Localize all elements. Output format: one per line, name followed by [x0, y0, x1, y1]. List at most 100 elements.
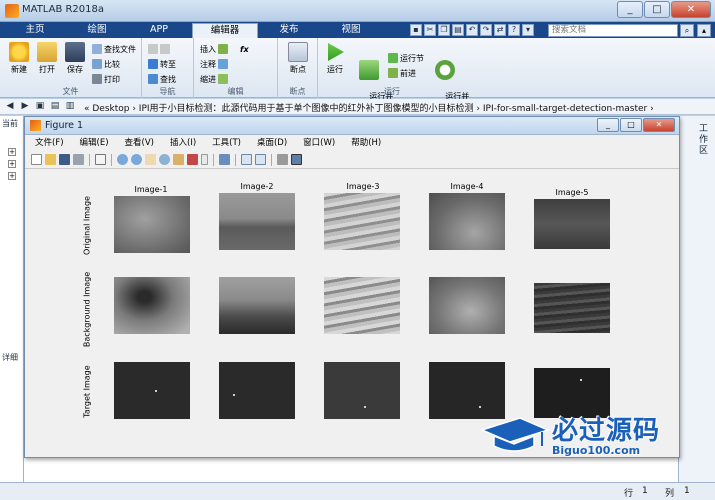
- quick-help-icon[interactable]: ?: [508, 24, 520, 36]
- column-value: 1: [684, 486, 690, 496]
- graduation-cap-icon: [480, 417, 550, 452]
- new-figure-icon[interactable]: [31, 154, 42, 165]
- browse-folder-icon[interactable]: ▤: [49, 101, 61, 112]
- quick-cut-icon[interactable]: ✂: [424, 24, 436, 36]
- forward-arrow-icon[interactable]: ▶: [19, 101, 31, 112]
- quick-undo-icon[interactable]: ↶: [466, 24, 478, 36]
- save-button[interactable]: 保存: [62, 42, 88, 75]
- workspace-label[interactable]: 工作区: [699, 124, 709, 157]
- rotate-3d-icon[interactable]: [159, 154, 170, 165]
- figure-maximize-button[interactable]: □: [620, 118, 642, 132]
- print-button[interactable]: 打印: [92, 73, 120, 85]
- figure-title: Figure 1: [45, 120, 84, 131]
- nav-back-icons[interactable]: [148, 43, 170, 55]
- original-image-3: [324, 193, 400, 250]
- quick-switch-icon[interactable]: ⇄: [494, 24, 506, 36]
- target-point: [364, 406, 366, 408]
- legend-icon[interactable]: [255, 154, 266, 165]
- column-title-image-2: Image-2: [240, 182, 274, 191]
- target-point: [155, 390, 157, 392]
- search-docs-input[interactable]: 搜索文档: [548, 24, 678, 37]
- menu-file[interactable]: 文件(F): [35, 136, 70, 150]
- brush-icon[interactable]: [187, 154, 198, 165]
- editor-ribbon: 新建 打开 保存 查找文件 比较 打印 文件 转至 查找 导航 插入 fx 注释…: [0, 38, 715, 112]
- background-image-5: [534, 283, 610, 333]
- tab-editor[interactable]: 编辑器: [192, 23, 258, 38]
- zoom-in-icon[interactable]: [117, 154, 128, 165]
- data-cursor-icon[interactable]: [173, 154, 184, 165]
- expand-icon[interactable]: +: [8, 148, 16, 156]
- status-bar: 行 1 列 1: [0, 482, 715, 500]
- expand-icon[interactable]: ▴: [697, 24, 711, 37]
- quick-save-icon[interactable]: ▪: [410, 24, 422, 36]
- find-icon: [148, 74, 158, 84]
- pointer-icon[interactable]: [95, 154, 106, 165]
- figure-minimize-button[interactable]: _: [597, 118, 619, 132]
- run-button[interactable]: 运行: [322, 42, 348, 75]
- tab-home[interactable]: 主页: [4, 23, 66, 38]
- comment-button[interactable]: 注释: [200, 58, 228, 70]
- quick-redo-icon[interactable]: ↷: [480, 24, 492, 36]
- menu-view[interactable]: 查看(V): [125, 136, 160, 150]
- row-label-original: Original Image: [82, 196, 92, 255]
- fx-button[interactable]: fx: [240, 43, 249, 55]
- link-plot-icon[interactable]: [219, 154, 230, 165]
- minimize-button[interactable]: _: [617, 1, 643, 18]
- brush-dropdown-icon[interactable]: [201, 154, 208, 165]
- menu-desktop[interactable]: 桌面(D): [257, 136, 293, 150]
- matlab-logo-icon: [5, 4, 19, 18]
- show-plot-tools-icon[interactable]: [291, 154, 302, 165]
- figure-title-bar: Figure 1 _ □ ✕: [25, 117, 679, 135]
- folder-icon[interactable]: ▥: [64, 101, 76, 112]
- indent-button[interactable]: 缩进: [200, 73, 228, 85]
- quick-copy-icon[interactable]: ❐: [438, 24, 450, 36]
- expand-icon[interactable]: +: [8, 172, 16, 180]
- back-arrow-icon[interactable]: ◀: [4, 101, 16, 112]
- expand-icon[interactable]: +: [8, 160, 16, 168]
- menu-help[interactable]: 帮助(H): [351, 136, 387, 150]
- pan-hand-icon[interactable]: [145, 154, 156, 165]
- quick-dropdown-icon[interactable]: ▾: [522, 24, 534, 36]
- quick-paste-icon[interactable]: ▤: [452, 24, 464, 36]
- up-folder-icon[interactable]: ▣: [34, 101, 46, 112]
- folder-icon: [37, 42, 57, 62]
- menu-window[interactable]: 窗口(W): [303, 136, 341, 150]
- background-image-2: [219, 277, 295, 334]
- goto-button[interactable]: 转至: [148, 58, 176, 70]
- maximize-button[interactable]: □: [644, 1, 670, 18]
- zoom-out-icon[interactable]: [131, 154, 142, 165]
- colorbar-icon[interactable]: [241, 154, 252, 165]
- print-figure-icon[interactable]: [73, 154, 84, 165]
- run-group: 运行 运行并 前进 运行节 前进 运行并 计时 运行: [318, 38, 469, 112]
- new-button[interactable]: 新建: [6, 42, 32, 75]
- run-section-button[interactable]: 运行节: [388, 52, 424, 64]
- open-button[interactable]: 打开: [34, 42, 60, 75]
- current-folder-path[interactable]: « Desktop › IPI用于小目标检测：此源代码用于基于单个图像中的红外补…: [84, 101, 654, 114]
- tab-plots[interactable]: 绘图: [66, 23, 128, 38]
- menu-insert[interactable]: 插入(I): [170, 136, 202, 150]
- target-image-3: [324, 362, 400, 419]
- find-button[interactable]: 查找: [148, 73, 176, 85]
- tab-publish[interactable]: 发布: [258, 23, 320, 38]
- menu-tools[interactable]: 工具(T): [212, 136, 247, 150]
- hide-plot-tools-icon[interactable]: [277, 154, 288, 165]
- row-label-background: Background Image: [82, 271, 92, 348]
- column-title-image-5: Image-5: [555, 188, 589, 197]
- tab-apps[interactable]: APP: [128, 23, 190, 38]
- compare-button[interactable]: 比较: [92, 58, 120, 70]
- current-folder-panel: 当前 + + + 详细: [0, 116, 24, 486]
- close-button[interactable]: ✕: [671, 1, 711, 18]
- search-icon[interactable]: ⌕: [680, 24, 694, 37]
- find-files-button[interactable]: 查找文件: [92, 43, 136, 55]
- figure-close-button[interactable]: ✕: [643, 118, 675, 132]
- breakpoints-button[interactable]: 断点: [285, 42, 311, 75]
- menu-edit[interactable]: 编辑(E): [80, 136, 115, 150]
- percent-icon: [218, 59, 228, 69]
- open-file-icon[interactable]: [45, 154, 56, 165]
- save-figure-icon[interactable]: [59, 154, 70, 165]
- find-files-icon: [92, 44, 102, 54]
- insert-button[interactable]: 插入: [200, 43, 228, 55]
- ribbon-tab-bar: 主页 绘图 APP 编辑器 发布 视图 ▪ ✂ ❐ ▤ ↶ ↷ ⇄ ? ▾ 搜索…: [0, 22, 715, 38]
- tab-view[interactable]: 视图: [320, 23, 382, 38]
- advance-button[interactable]: 前进: [388, 67, 416, 79]
